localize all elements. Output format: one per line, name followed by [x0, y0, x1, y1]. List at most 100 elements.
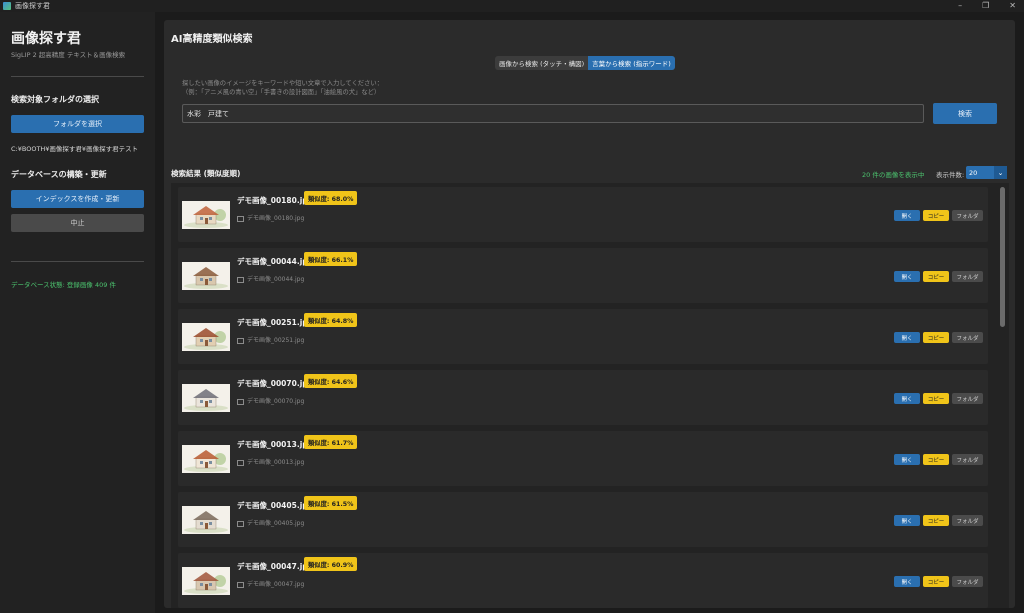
result-card: デモ画像_00047.jpg 類似度: 60.9% デモ画像_00047.jpg…	[178, 553, 988, 608]
house-illustration-icon	[184, 267, 228, 289]
db-section-heading: データベースの構築・更新	[11, 170, 107, 179]
open-folder-button[interactable]: フォルダ	[952, 454, 983, 465]
result-filename: デモ画像_00044.jpg	[237, 257, 313, 266]
results-count: 20 件の画像を表示中	[862, 171, 925, 179]
open-folder-button[interactable]: フォルダ	[952, 393, 983, 404]
copy-button[interactable]: コピー	[923, 454, 949, 465]
result-path-text: デモ画像_00070.jpg	[247, 398, 305, 405]
open-folder-button[interactable]: フォルダ	[952, 271, 983, 282]
result-path-text: デモ画像_00013.jpg	[247, 459, 305, 466]
result-filename: デモ画像_00070.jpg	[237, 379, 313, 388]
build-index-button[interactable]: インデックスを作成・更新	[11, 190, 144, 208]
copy-button[interactable]: コピー	[923, 515, 949, 526]
result-card: デモ画像_00180.jpg 類似度: 68.0% デモ画像_00180.jpg…	[178, 187, 988, 242]
results-list: デモ画像_00180.jpg 類似度: 68.0% デモ画像_00180.jpg…	[171, 183, 1009, 608]
open-button[interactable]: 開く	[894, 210, 920, 221]
similarity-badge: 類似度: 66.1%	[304, 252, 358, 266]
result-thumbnail[interactable]	[182, 323, 230, 351]
result-card: デモ画像_00013.jpg 類似度: 61.7% デモ画像_00013.jpg…	[178, 431, 988, 486]
result-path: デモ画像_00070.jpg	[237, 396, 304, 405]
stop-button[interactable]: 中止	[11, 214, 144, 232]
file-icon	[237, 276, 244, 283]
sidebar-divider	[11, 76, 144, 77]
house-illustration-icon	[184, 572, 228, 594]
result-path: デモ画像_00044.jpg	[237, 274, 304, 283]
result-card: デモ画像_00070.jpg 類似度: 64.6% デモ画像_00070.jpg…	[178, 370, 988, 425]
result-filename: デモ画像_00013.jpg	[237, 440, 313, 449]
copy-button[interactable]: コピー	[923, 393, 949, 404]
search-button[interactable]: 検索	[933, 103, 997, 124]
result-path-text: デモ画像_00251.jpg	[247, 337, 305, 344]
search-hint: 探したい画像のイメージをキーワードや短い文章で入力してください： （例：「アニメ…	[182, 80, 383, 97]
result-path: デモ画像_00047.jpg	[237, 579, 304, 588]
file-icon	[237, 520, 244, 527]
result-path-text: デモ画像_00180.jpg	[247, 215, 305, 222]
open-button[interactable]: 開く	[894, 271, 920, 282]
copy-button[interactable]: コピー	[923, 576, 949, 587]
file-icon	[237, 581, 244, 588]
similarity-badge: 類似度: 61.7%	[304, 435, 358, 449]
copy-button[interactable]: コピー	[923, 271, 949, 282]
page-title: AI高精度類似検索	[171, 34, 253, 45]
app-title: 画像探す君	[11, 31, 81, 47]
scrollbar[interactable]	[1000, 187, 1005, 327]
db-status: データベース状態: 登録画像 409 件	[11, 281, 116, 289]
open-folder-button[interactable]: フォルダ	[952, 515, 983, 526]
result-path: デモ画像_00405.jpg	[237, 518, 304, 527]
tab-search-by-image[interactable]: 画像から検索 (タッチ・構図)	[495, 56, 588, 70]
result-filename: デモ画像_00405.jpg	[237, 501, 313, 510]
result-thumbnail[interactable]	[182, 201, 230, 229]
file-icon	[237, 398, 244, 405]
search-mode-toggle: 画像から検索 (タッチ・構図) 言葉から検索 (指示ワード)	[495, 56, 675, 70]
copy-button[interactable]: コピー	[923, 332, 949, 343]
result-thumbnail[interactable]	[182, 262, 230, 290]
hint-line-1: 探したい画像のイメージをキーワードや短い文章で入力してください：	[182, 80, 383, 87]
tab-search-by-text[interactable]: 言葉から検索 (指示ワード)	[588, 56, 675, 70]
result-path-text: デモ画像_00047.jpg	[247, 581, 305, 588]
similarity-badge: 類似度: 61.5%	[304, 496, 358, 510]
copy-button[interactable]: コピー	[923, 210, 949, 221]
title-bar: 画像探す君 – ❐ ✕	[0, 0, 1024, 12]
result-filename: デモ画像_00251.jpg	[237, 318, 313, 327]
open-folder-button[interactable]: フォルダ	[952, 576, 983, 587]
house-illustration-icon	[184, 206, 228, 228]
folder-path: C:¥BOOTH¥画像探す君¥画像探す君テスト	[11, 145, 139, 153]
minimize-icon[interactable]: –	[958, 0, 962, 12]
app-subtitle: SigLIP 2 超高精度 テキスト＆画像検索	[11, 51, 126, 59]
select-folder-button[interactable]: フォルダを選択	[11, 115, 144, 133]
result-path-text: デモ画像_00405.jpg	[247, 520, 305, 527]
similarity-badge: 類似度: 64.6%	[304, 374, 358, 388]
file-icon	[237, 459, 244, 466]
file-icon	[237, 337, 244, 344]
result-card: デモ画像_00251.jpg 類似度: 64.8% デモ画像_00251.jpg…	[178, 309, 988, 364]
similarity-badge: 類似度: 64.8%	[304, 313, 358, 327]
maximize-icon[interactable]: ❐	[982, 0, 989, 12]
result-card: デモ画像_00405.jpg 類似度: 61.5% デモ画像_00405.jpg…	[178, 492, 988, 547]
open-folder-button[interactable]: フォルダ	[952, 210, 983, 221]
house-illustration-icon	[184, 389, 228, 411]
result-filename: デモ画像_00180.jpg	[237, 196, 313, 205]
display-count-select[interactable]: 20 ⌄	[966, 166, 1007, 179]
display-count-label: 表示件数:	[936, 171, 965, 179]
open-button[interactable]: 開く	[894, 515, 920, 526]
file-icon	[237, 215, 244, 222]
open-button[interactable]: 開く	[894, 576, 920, 587]
result-thumbnail[interactable]	[182, 445, 230, 473]
result-thumbnail[interactable]	[182, 506, 230, 534]
house-illustration-icon	[184, 328, 228, 350]
result-thumbnail[interactable]	[182, 384, 230, 412]
result-thumbnail[interactable]	[182, 567, 230, 595]
search-input[interactable]: 水彩 戸建て	[182, 104, 924, 123]
chevron-down-icon[interactable]: ⌄	[994, 166, 1007, 179]
main-panel: AI高精度類似検索 画像から検索 (タッチ・構図) 言葉から検索 (指示ワード)…	[164, 20, 1015, 608]
open-button[interactable]: 開く	[894, 332, 920, 343]
similarity-badge: 類似度: 68.0%	[304, 191, 358, 205]
close-icon[interactable]: ✕	[1009, 0, 1016, 12]
app-icon	[3, 2, 11, 10]
similarity-badge: 類似度: 60.9%	[304, 557, 358, 571]
open-button[interactable]: 開く	[894, 454, 920, 465]
open-button[interactable]: 開く	[894, 393, 920, 404]
result-card: デモ画像_00044.jpg 類似度: 66.1% デモ画像_00044.jpg…	[178, 248, 988, 303]
open-folder-button[interactable]: フォルダ	[952, 332, 983, 343]
result-path: デモ画像_00251.jpg	[237, 335, 304, 344]
